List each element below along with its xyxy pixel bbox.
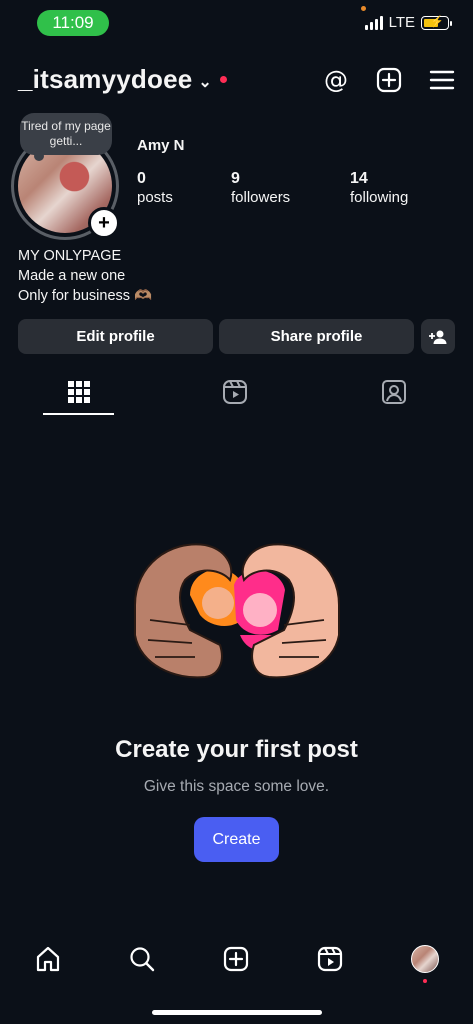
stat-value: 0 [137,170,146,187]
add-story-icon[interactable]: + [88,207,120,239]
tagged-icon[interactable] [379,378,409,406]
stat-posts[interactable]: 0 posts [137,169,173,207]
reels-icon[interactable] [220,378,250,406]
create-post-button[interactable]: Create [194,817,279,862]
bio-line: Only for business 🫶🏽 [18,288,153,304]
profile-note[interactable]: Tired of my page getti... [20,113,112,161]
heart-hands-illustration [134,543,340,679]
home-icon[interactable] [33,944,63,974]
battery-icon: ⚡ [421,15,452,30]
edit-profile-button[interactable]: Edit profile [18,319,213,354]
notification-dot [220,76,227,83]
privacy-indicator-dot [361,6,366,11]
create-plus-icon[interactable] [375,66,403,94]
profile-bio: MY ONLYPAGE Made a new one Only for busi… [18,246,152,306]
stat-followers[interactable]: 9 followers [231,169,290,207]
stat-label: posts [137,189,173,206]
signal-icon [364,15,383,30]
home-indicator[interactable] [152,1010,322,1015]
bio-line: Made a new one [18,268,126,284]
stat-following[interactable]: 14 following [350,169,408,207]
search-icon[interactable] [127,944,157,974]
share-profile-button[interactable]: Share profile [219,319,414,354]
discover-people-button[interactable] [421,319,455,354]
stat-label: followers [231,189,291,206]
create-icon[interactable] [221,944,251,974]
username: _itsamyydoee [18,64,193,94]
active-tab-indicator [43,413,114,415]
username-switcher[interactable]: _itsamyydoee ⌄ [18,64,227,95]
status-indicators: LTE ⚡ [364,14,452,31]
bio-line: MY ONLYPAGE [18,248,122,264]
grid-icon[interactable] [64,378,94,406]
svg-text:@: @ [324,67,348,93]
threads-icon[interactable]: @ [322,66,350,94]
notification-dot [423,979,427,983]
reels-nav-icon[interactable] [315,944,345,974]
stat-value: 14 [350,170,368,187]
menu-icon[interactable] [428,66,456,94]
add-person-icon [429,330,447,344]
profile-name: Amy N [137,137,185,154]
chevron-down-icon: ⌄ [198,73,212,91]
profile-tab-avatar[interactable] [410,944,440,974]
stat-label: following [350,189,409,206]
empty-state-subtitle: Give this space some love. [143,778,330,795]
status-time: 11:09 [37,10,109,36]
network-label: LTE [388,14,415,31]
stat-value: 9 [231,170,240,187]
empty-state-title: Create your first post [115,736,358,763]
